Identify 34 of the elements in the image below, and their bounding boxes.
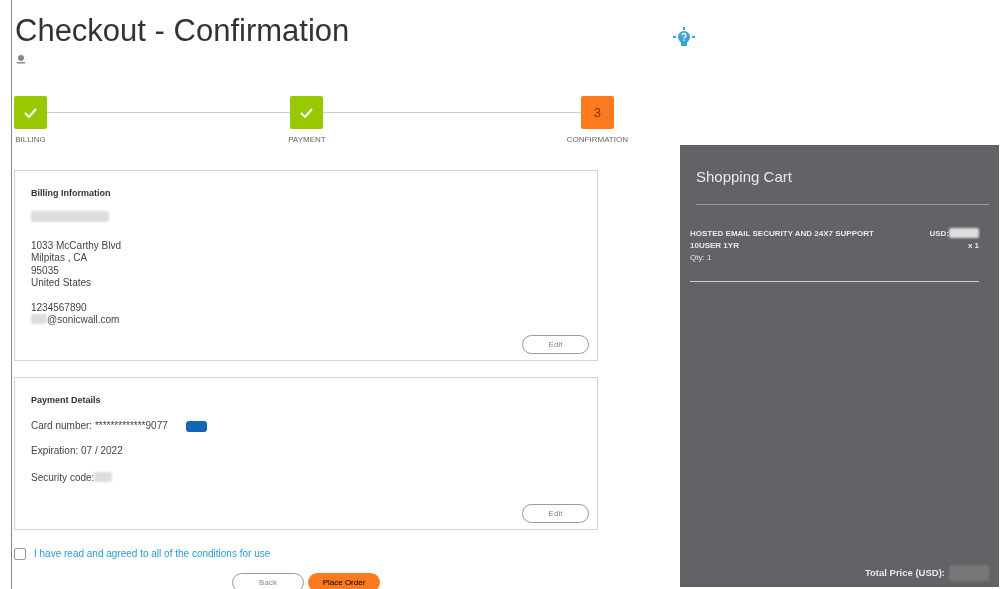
- agreement-checkbox[interactable]: [14, 547, 26, 560]
- agreement-link[interactable]: I have read and agreed to all of the conditions for use: [34, 546, 271, 561]
- redacted-text: [31, 314, 47, 325]
- address-line: Milpitas , CA: [31, 252, 89, 265]
- step-label: PAYMENT: [288, 134, 326, 146]
- checkmark-icon: [24, 107, 37, 118]
- card-brand-icon: [185, 420, 207, 432]
- total-price-label: Total Price (USD):: [864, 565, 945, 580]
- phone-text: 1234567890: [31, 301, 88, 315]
- address-line: 1033 McCarthy Blvd: [31, 239, 123, 253]
- security-code-label: Security code:: [31, 470, 95, 485]
- edit-button[interactable]: Edit: [522, 335, 589, 354]
- step-label: CONFIRMATION: [566, 134, 628, 146]
- redacted-text: [94, 472, 113, 483]
- quantity-multiplier: x 1: [967, 240, 979, 252]
- edit-button[interactable]: Edit: [522, 504, 589, 523]
- redacted-text: [949, 228, 979, 238]
- step-label: BILLING: [15, 134, 46, 146]
- place-order-button[interactable]: Place Order: [308, 573, 380, 589]
- back-button[interactable]: Back: [232, 573, 304, 589]
- cart-title: Shopping Cart: [696, 168, 989, 205]
- section-heading: Billing Information: [31, 188, 112, 199]
- address-line: United States: [31, 277, 93, 290]
- card-number-text: Card number: *************9077: [31, 419, 168, 431]
- email-text: @sonicwall.com: [47, 314, 120, 327]
- page-title: Checkout - Confirmation: [15, 12, 351, 50]
- price-label: USD:: [929, 228, 949, 240]
- expiration-text: Expiration: 07 / 2022: [31, 443, 124, 458]
- checkmark-icon: [300, 107, 314, 118]
- product-name: HOSTED EMAIL SECURITY AND 24X7 SUPPORT 10USER 1YR: [690, 228, 875, 252]
- address-line: 95035: [31, 264, 60, 278]
- quantity-text: Qty: 1: [690, 252, 713, 264]
- step-marker: 3: [580, 96, 614, 129]
- section-heading: Payment Details: [31, 395, 102, 406]
